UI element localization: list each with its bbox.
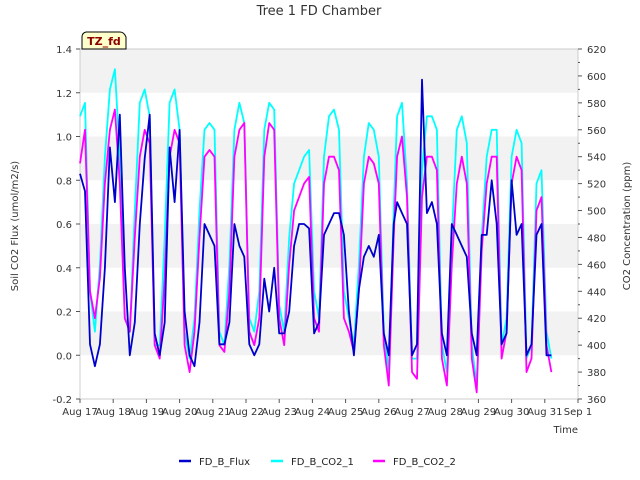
chart-title: Tree 1 FD Chamber bbox=[256, 4, 382, 19]
y-axis-title: Soil CO2 Flux (umol/m2/s) bbox=[10, 161, 21, 291]
x-tick-label: Aug 24 bbox=[295, 407, 330, 418]
y-tick-label: 0.2 bbox=[56, 308, 72, 319]
y-tick-label: 1.4 bbox=[56, 45, 72, 56]
y-tick-label: 0.6 bbox=[56, 220, 72, 231]
tz-badge: TZ_fd bbox=[81, 31, 127, 50]
y2-tick-label: 380 bbox=[587, 368, 606, 379]
x-tick-label: Aug 19 bbox=[129, 407, 164, 418]
x-tick-label: Aug 17 bbox=[62, 407, 97, 418]
x-tick-label: Aug 23 bbox=[261, 407, 296, 418]
y-tick-label: 0.0 bbox=[56, 351, 72, 362]
y2-tick-label: 620 bbox=[587, 45, 606, 56]
x-tick-label: Aug 27 bbox=[394, 407, 429, 418]
x-tick-label: Aug 30 bbox=[494, 407, 529, 418]
x-axis-title: Time bbox=[553, 425, 578, 436]
y2-tick-label: 600 bbox=[587, 72, 606, 83]
y2-tick-label: 360 bbox=[587, 395, 606, 406]
y-tick-label: 1.0 bbox=[56, 133, 72, 144]
x-tick-label: Aug 26 bbox=[361, 407, 396, 418]
y-tick-label: 0.8 bbox=[56, 176, 72, 187]
y2-tick-label: 560 bbox=[587, 126, 606, 137]
legend-label: FD_B_Flux bbox=[199, 457, 250, 468]
y2-axis-title: CO2 Concentration (ppm) bbox=[622, 162, 633, 291]
y-tick-label: 1.2 bbox=[56, 89, 72, 100]
x-tick-label: Aug 29 bbox=[461, 407, 496, 418]
chart: Aug 17Aug 18Aug 19Aug 20Aug 21Aug 22Aug … bbox=[10, 4, 633, 468]
y2-tick-label: 480 bbox=[587, 233, 606, 244]
y2-tick-label: 540 bbox=[587, 153, 606, 164]
y2-tick-label: 460 bbox=[587, 260, 606, 271]
legend-label: FD_B_CO2_1 bbox=[291, 457, 354, 468]
legend: FD_B_Flux FD_B_CO2_1 FD_B_CO2_2 bbox=[179, 457, 456, 468]
legend-label: FD_B_CO2_2 bbox=[393, 457, 456, 468]
y-tick-label: 0.4 bbox=[56, 264, 72, 275]
y2-tick-label: 580 bbox=[587, 99, 606, 110]
y2-axis-ticks: 360 380 400 420 440 460 480 500 520 540 560 580 600 6… bbox=[578, 45, 606, 406]
y2-tick-label: 440 bbox=[587, 287, 606, 298]
x-tick-label: Aug 18 bbox=[95, 407, 130, 418]
x-tick-label: Aug 22 bbox=[228, 407, 263, 418]
y2-tick-label: 500 bbox=[587, 207, 606, 218]
y2-tick-label: 400 bbox=[587, 341, 606, 352]
y2-tick-label: 420 bbox=[587, 314, 606, 325]
x-tick-label: Aug 21 bbox=[195, 407, 230, 418]
x-axis-ticks: Aug 17Aug 18Aug 19Aug 20Aug 21Aug 22Aug … bbox=[62, 399, 592, 418]
tz-badge-label: TZ_fd bbox=[87, 35, 121, 48]
y2-tick-label: 520 bbox=[587, 180, 606, 191]
x-tick-label: Sep 1 bbox=[564, 407, 592, 418]
y-axis-ticks: -0.2 0.0 0.2 0.4 0.6 0.8 1.0 1.2 1.4 bbox=[52, 45, 80, 406]
grid-band bbox=[80, 224, 578, 268]
x-tick-label: Aug 25 bbox=[328, 407, 363, 418]
grid-band bbox=[80, 49, 578, 93]
x-tick-label: Aug 28 bbox=[427, 407, 462, 418]
x-tick-label: Aug 20 bbox=[162, 407, 197, 418]
x-tick-label: Aug 31 bbox=[527, 407, 562, 418]
y-tick-label: -0.2 bbox=[52, 395, 72, 406]
